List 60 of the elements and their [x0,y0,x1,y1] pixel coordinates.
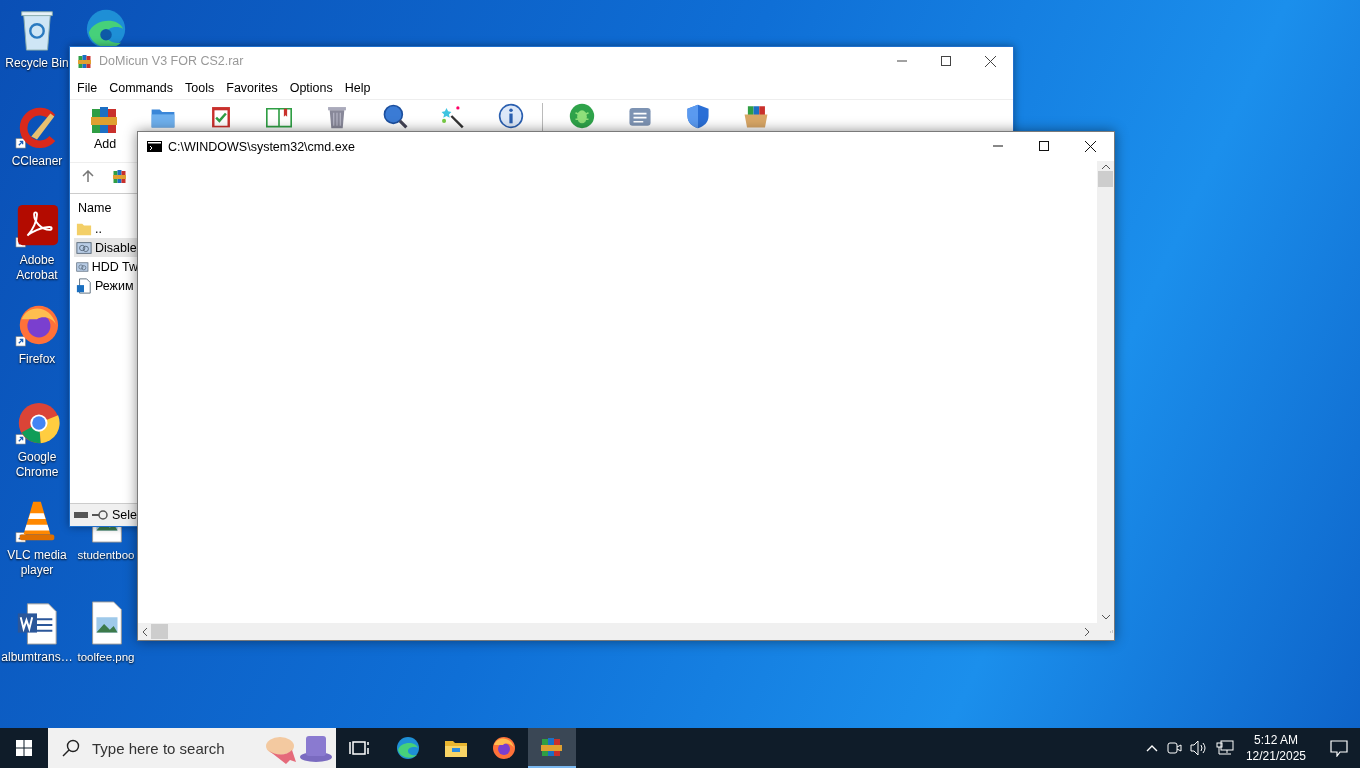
speaker-icon[interactable] [1189,740,1208,756]
icon-label: Firefox [17,352,57,367]
registry-file-icon [76,239,92,256]
bug-icon[interactable] [569,103,595,129]
menu-item[interactable]: Options [283,81,339,95]
box-icon[interactable] [743,103,769,129]
menu-item[interactable]: Tools [179,81,221,95]
info-icon[interactable] [498,103,524,129]
menu-item[interactable]: Help [338,81,377,95]
icon-label: Recycle Bin [4,56,70,71]
vertical-scrollbar[interactable] [1097,161,1114,623]
ring-logo-icon [14,400,60,446]
search-icon [62,739,80,757]
window-title: DoMicun V3 FOR CS2.rar [99,54,244,68]
console-icon [147,141,162,152]
menu-item[interactable]: Favorites [220,81,284,95]
icon-label: CCleaner [10,154,64,169]
status-text: Sele [112,508,138,522]
toolbar-button[interactable]: Add [76,103,134,151]
drive-icon [74,511,88,519]
file-row[interactable]: Режим [74,276,138,295]
maximize-icon[interactable] [1039,141,1049,151]
scroll-thumb[interactable] [151,624,168,639]
icon-label: Google Chrome [14,450,60,480]
document-logo-icon [14,203,60,249]
horizontal-scrollbar[interactable] [138,623,1114,640]
shield-icon[interactable] [685,103,711,129]
key-icon [92,510,108,520]
icon-label: Adobe Acrobat [15,253,59,283]
fox-globe-icon [492,736,516,760]
window-title: C:\WINDOWS\system32\cmd.exe [168,139,355,154]
chevron-up-icon[interactable] [1145,744,1158,752]
maximize-icon[interactable] [941,55,951,66]
wave-logo-icon [396,736,420,760]
menu-item[interactable]: Commands [103,81,180,95]
magnifier-icon[interactable] [382,103,408,129]
search-field[interactable]: Type here to search [48,728,336,768]
up-arrow-icon[interactable] [82,170,94,182]
icon-label: VLC media player [6,548,68,578]
books-icon [540,735,564,759]
books-icon [77,53,93,69]
clock[interactable]: 5:12 AM 12/21/2025 [1245,732,1306,764]
windows-logo-icon [16,740,32,756]
icon-label: albumtrans… [0,650,74,665]
menu-item[interactable]: File [71,81,104,95]
resize-grip-icon[interactable] [1110,629,1114,634]
books-icon [112,168,128,184]
close-icon[interactable] [985,55,996,67]
icon-label: toolfee.png [76,650,136,665]
script-file-icon [76,277,92,294]
file-row[interactable]: .. [74,219,138,238]
column-header[interactable]: Name [74,194,138,219]
file-row[interactable]: Disable [74,238,138,257]
notification-icon[interactable] [1330,739,1348,757]
network-icon[interactable] [1215,740,1234,756]
camera-icon[interactable] [1165,740,1182,756]
close-icon[interactable] [1085,141,1096,152]
icon-label: studentboo [76,548,136,563]
magic-wand-icon[interactable] [440,103,466,129]
scroll-thumb[interactable] [1098,171,1113,187]
